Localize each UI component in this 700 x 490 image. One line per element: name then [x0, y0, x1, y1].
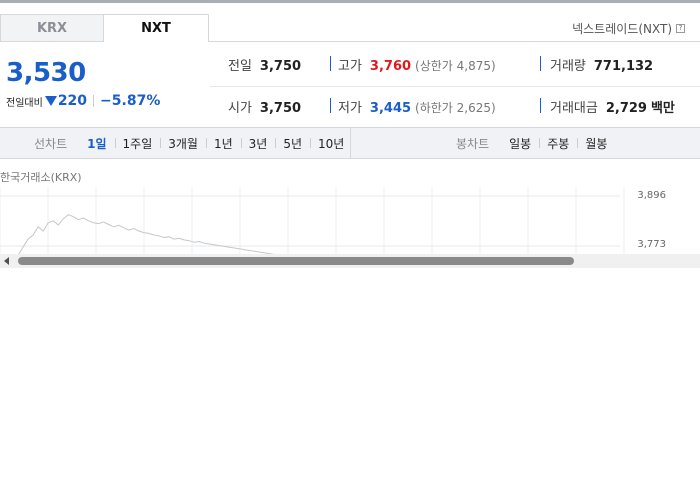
candle-daily[interactable]: 일봉: [501, 135, 539, 152]
candle-monthly[interactable]: 월봉: [577, 135, 615, 152]
y-tick-label: 3,773: [637, 239, 666, 250]
change-amount: 220: [57, 93, 88, 109]
price-series-line: [17, 214, 321, 259]
period-1w[interactable]: 1주일: [114, 135, 161, 152]
stat-amount-unit: 백만: [650, 101, 675, 116]
stat-high: 고가 3,760 (상한가 4,875): [338, 55, 496, 74]
stats-row-divider: [210, 86, 700, 87]
period-1d[interactable]: 1일: [79, 135, 114, 152]
period-5y[interactable]: 5년: [275, 135, 310, 152]
stat-low-label: 저가: [338, 101, 362, 116]
candle-chart-title: 봉차트: [456, 136, 490, 151]
stat-low-limit: (하한가 2,625): [415, 101, 496, 115]
line-chart-title: 선차트: [34, 136, 68, 151]
scroll-left-arrow-icon[interactable]: [4, 257, 9, 265]
stat-open-value: 3,750: [259, 101, 302, 116]
period-1y[interactable]: 1년: [205, 135, 241, 152]
price-change: 전일대비 220 −5.87%: [6, 93, 160, 109]
period-3y[interactable]: 3년: [240, 135, 276, 152]
period-10y[interactable]: 10년: [310, 135, 352, 152]
price-chart: 3,896 3,773: [0, 188, 700, 259]
stat-separator: [540, 98, 541, 113]
stat-amount-label: 거래대금: [550, 101, 598, 116]
nextrade-link[interactable]: 넥스트레이드(NXT) ?: [572, 20, 685, 37]
period-3m[interactable]: 3개월: [160, 135, 206, 152]
stat-separator: [540, 56, 541, 71]
stat-high-limit: (상한가 4,875): [415, 59, 496, 73]
tab-nxt[interactable]: NXT: [104, 14, 209, 42]
top-border: [0, 0, 700, 3]
change-rate: −5.87%: [100, 93, 161, 109]
stat-low: 저가 3,445 (하한가 2,625): [338, 97, 496, 116]
stat-separator: [330, 56, 331, 71]
stat-prev-close: 전일 3,750: [228, 55, 301, 74]
candle-chart-group: 봉차트 일봉 주봉 월봉: [456, 128, 615, 158]
line-chart-group: 선차트 1일 1주일 3개월 1년 3년 5년 10년: [34, 128, 352, 158]
stat-open-label: 시가: [228, 101, 252, 116]
stat-amount-value: 2,729: [605, 101, 647, 116]
stat-separator: [330, 98, 331, 113]
stat-volume: 거래량 771,132: [550, 55, 653, 74]
help-icon[interactable]: ?: [676, 24, 685, 33]
stat-open: 시가 3,750: [228, 97, 301, 116]
chart-type-bar: 선차트 1일 1주일 3개월 1년 3년 5년 10년 봉차트 일봉 주봉 월봉: [0, 127, 700, 159]
bar-divider: [350, 128, 351, 158]
stat-volume-value: 771,132: [593, 59, 654, 74]
stat-volume-label: 거래량: [550, 59, 586, 74]
stat-amount: 거래대금 2,729 백만: [550, 97, 675, 116]
tab-krx[interactable]: KRX: [0, 14, 104, 42]
chart-source: 한국거래소(KRX): [0, 171, 82, 184]
market-tabs: KRX NXT: [0, 14, 209, 42]
nextrade-link-label: 넥스트레이드(NXT): [572, 22, 672, 36]
candle-weekly[interactable]: 주봉: [539, 135, 577, 152]
stat-prev-close-value: 3,750: [259, 59, 302, 74]
change-label: 전일대비: [6, 97, 43, 109]
stat-prev-close-label: 전일: [228, 59, 252, 74]
down-triangle-icon: [44, 96, 57, 106]
tabs-divider: [209, 41, 700, 42]
horizontal-scrollbar[interactable]: [0, 254, 700, 268]
change-separator: [93, 95, 95, 107]
price-chart-svg: [0, 188, 625, 259]
y-tick-label: 3,896: [637, 190, 666, 201]
scroll-thumb[interactable]: [18, 257, 574, 265]
stat-high-label: 고가: [338, 59, 362, 74]
stat-low-value: 3,445: [369, 101, 412, 116]
current-price: 3,530: [6, 58, 86, 88]
stat-high-value: 3,760: [369, 59, 412, 74]
